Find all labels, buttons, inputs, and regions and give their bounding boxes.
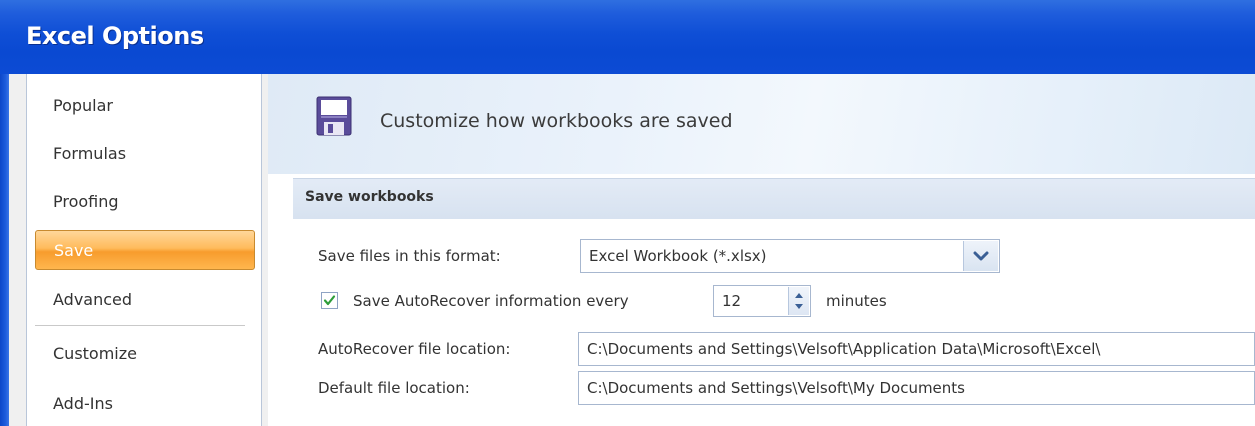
nav-item-add-ins[interactable]: Add-Ins <box>35 384 255 424</box>
spinner-buttons[interactable] <box>788 287 809 315</box>
options-content: Customize how workbooks are saved Save w… <box>268 74 1255 426</box>
dropdown-button[interactable] <box>963 241 998 271</box>
default-location-value: C:\Documents and Settings\Velsoft\My Doc… <box>587 379 965 397</box>
autorecover-checkbox[interactable] <box>321 292 338 309</box>
nav-divider <box>35 325 245 326</box>
autorecover-label: Save AutoRecover information every <box>353 292 629 310</box>
default-location-input[interactable]: C:\Documents and Settings\Velsoft\My Doc… <box>578 371 1255 405</box>
title-bar: Excel Options <box>0 0 1255 75</box>
window-title: Excel Options <box>26 22 204 50</box>
nav-item-customize[interactable]: Customize <box>35 334 255 374</box>
nav-item-advanced[interactable]: Advanced <box>35 280 255 320</box>
file-format-value: Excel Workbook (*.xlsx) <box>589 247 767 265</box>
nav-item-popular[interactable]: Popular <box>35 86 255 126</box>
autorecover-minutes-value: 12 <box>722 292 742 310</box>
minutes-label: minutes <box>826 292 887 310</box>
page-heading: Customize how workbooks are saved <box>380 110 733 132</box>
section-title: Save workbooks <box>305 189 434 205</box>
nav-item-formulas[interactable]: Formulas <box>35 134 255 174</box>
checkmark-icon <box>323 295 336 306</box>
nav-item-proofing[interactable]: Proofing <box>35 182 255 222</box>
section-header-save-workbooks: Save workbooks <box>293 178 1255 219</box>
dialog-body: Popular Formulas Proofing Save Advanced … <box>0 74 1255 426</box>
options-nav: Popular Formulas Proofing Save Advanced … <box>26 74 262 426</box>
default-location-label: Default file location: <box>318 379 470 397</box>
autorecover-location-value: C:\Documents and Settings\Velsoft\Applic… <box>587 340 1101 358</box>
window-border <box>0 74 9 426</box>
nav-item-save[interactable]: Save <box>35 230 255 270</box>
file-format-select[interactable]: Excel Workbook (*.xlsx) <box>580 239 1000 273</box>
format-label: Save files in this format: <box>318 247 501 265</box>
autorecover-location-input[interactable]: C:\Documents and Settings\Velsoft\Applic… <box>578 332 1255 366</box>
spin-arrows-icon <box>795 293 803 309</box>
autorecover-minutes-spinner[interactable]: 12 <box>713 285 811 317</box>
page-header: Customize how workbooks are saved <box>268 74 1255 174</box>
autorecover-location-label: AutoRecover file location: <box>318 340 511 358</box>
chevron-down-icon <box>973 251 989 261</box>
floppy-disk-icon <box>316 96 352 136</box>
